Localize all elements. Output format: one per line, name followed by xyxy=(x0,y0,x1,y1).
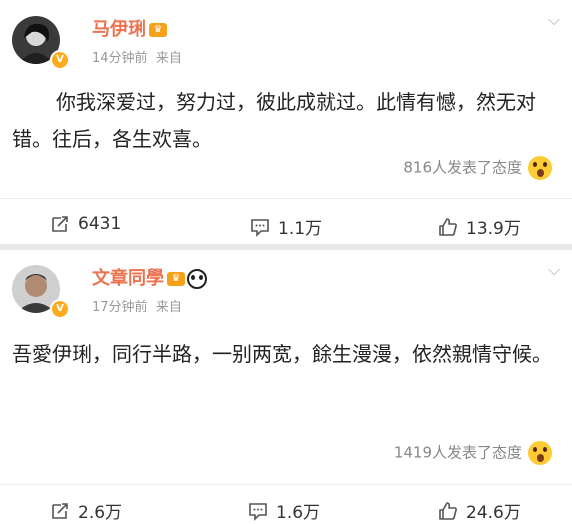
attitude-summary[interactable]: 816人发表了态度 xyxy=(403,156,552,180)
thumbs-up-icon xyxy=(439,501,457,520)
comment-icon xyxy=(249,502,267,521)
divider xyxy=(0,198,572,199)
surprised-emoji-icon xyxy=(528,156,552,180)
repost-button[interactable]: 2.6万 xyxy=(50,498,122,523)
weibo-post-card: V 马伊琍 ♛ 14分钟前 来自 ⌵ 你我深爱过，努力过，彼此成就过。此情有憾，然… xyxy=(0,0,572,244)
like-count: 24.6万 xyxy=(466,503,521,523)
post-content: 吾愛伊琍，同行半路，一别两宽，餘生漫漫，依然親情守候。 xyxy=(12,342,552,366)
post-source: 来自 xyxy=(155,300,182,315)
username[interactable]: 马伊琍 ♛ xyxy=(92,15,167,41)
repost-icon xyxy=(52,216,68,232)
attitude-text: 816人发表了态度 xyxy=(403,158,522,177)
comment-icon xyxy=(251,218,269,237)
comment-button[interactable]: 1.6万 xyxy=(248,498,320,523)
surprised-emoji-icon xyxy=(528,441,552,465)
weibo-post-card: V 文章同學 ♛ 17分钟前 来自 ⌵ 吾愛伊琍，同行半路，一别两宽，餘生漫漫，依… xyxy=(0,250,572,524)
comment-button[interactable]: 1.1万 xyxy=(250,214,322,239)
chevron-down-icon[interactable]: ⌵ xyxy=(548,260,560,280)
verified-badge-icon: V xyxy=(50,50,70,70)
like-button[interactable]: 13.9万 xyxy=(438,214,521,239)
post-meta: 17分钟前 来自 xyxy=(92,296,182,315)
attitude-text: 1419人发表了态度 xyxy=(393,443,522,462)
repost-button[interactable]: 6431 xyxy=(50,214,121,234)
repost-count: 2.6万 xyxy=(78,503,123,523)
verified-badge-icon: V xyxy=(50,299,70,319)
member-crown-icon: ♛ xyxy=(167,272,185,286)
post-content: 你我深爱过，努力过，彼此成就过。此情有憾，然无对错。往后，各生欢喜。 xyxy=(12,90,536,151)
comment-count: 1.1万 xyxy=(278,219,323,239)
panda-emoji-icon xyxy=(187,269,207,289)
username-text[interactable]: 马伊琍 xyxy=(92,19,146,40)
attitude-summary[interactable]: 1419人发表了态度 xyxy=(394,441,552,465)
like-count: 13.9万 xyxy=(466,219,521,239)
chevron-down-icon[interactable]: ⌵ xyxy=(548,10,560,30)
post-time[interactable]: 14分钟前 xyxy=(92,51,148,66)
repost-count: 6431 xyxy=(78,214,122,234)
thumbs-up-icon xyxy=(439,217,457,236)
like-button[interactable]: 24.6万 xyxy=(438,498,521,523)
post-meta: 14分钟前 来自 xyxy=(92,47,182,66)
post-time[interactable]: 17分钟前 xyxy=(92,300,148,315)
username-text[interactable]: 文章同學 xyxy=(92,268,164,289)
comment-count: 1.6万 xyxy=(276,503,321,523)
username[interactable]: 文章同學 ♛ xyxy=(92,264,207,290)
repost-icon xyxy=(52,502,68,519)
post-source: 来自 xyxy=(155,51,182,66)
divider xyxy=(0,484,572,485)
member-crown-icon: ♛ xyxy=(149,23,167,37)
